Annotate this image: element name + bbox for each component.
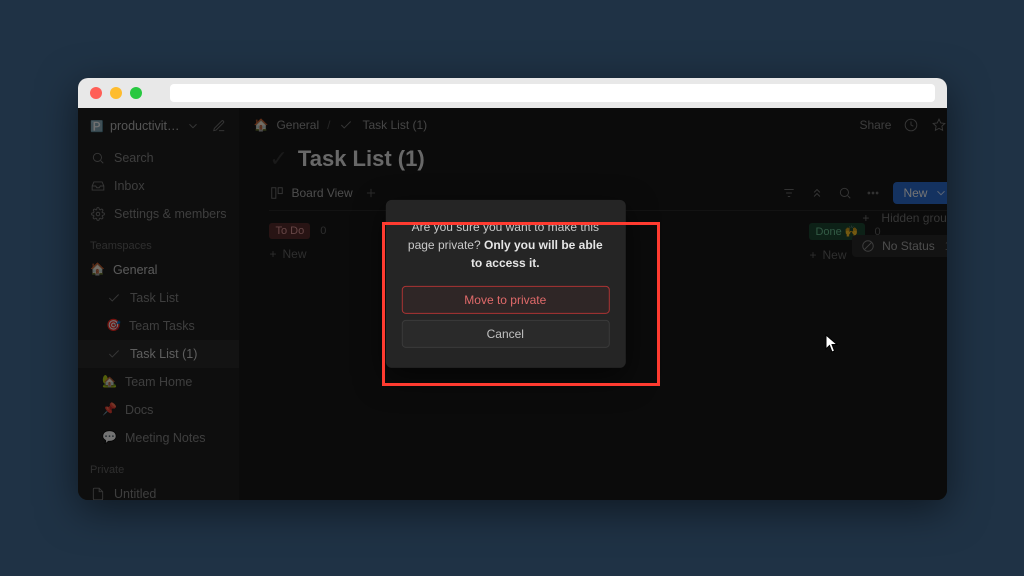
sidebar-label: General xyxy=(113,260,157,280)
compose-icon[interactable] xyxy=(211,118,227,134)
clock-icon[interactable] xyxy=(903,117,919,133)
no-status-count: 1 xyxy=(945,239,947,253)
sidebar-label: Task List (1) xyxy=(130,344,197,364)
window-close-icon[interactable] xyxy=(90,87,102,99)
browser-window: 🅿️ productivit… Search Inbox Settings & … xyxy=(78,78,947,500)
sidebar-settings[interactable]: Settings & members xyxy=(78,200,239,228)
page-icon: ✓ xyxy=(269,146,287,172)
check-icon xyxy=(106,290,122,306)
dialog-message: Are you sure you want to make this page … xyxy=(401,218,609,272)
new-button-label: New xyxy=(903,186,927,200)
speech-icon: 💬 xyxy=(102,428,117,447)
board-icon xyxy=(269,185,285,201)
workspace-icon: 🅿️ xyxy=(90,119,104,133)
page-icon xyxy=(90,486,106,500)
breadcrumb: 🏠 General / Task List (1) xyxy=(253,117,427,133)
sidebar-item-untitled[interactable]: Untitled xyxy=(78,480,239,500)
dialog-line2: Only you will be able to access it. xyxy=(471,238,603,270)
sidebar-label: Team Tasks xyxy=(129,316,195,336)
search-icon xyxy=(90,150,106,166)
sidebar-item-team-tasks[interactable]: 🎯 Team Tasks xyxy=(78,312,239,340)
move-to-private-button[interactable]: Move to private xyxy=(401,286,609,314)
tab-board-view[interactable]: Board View xyxy=(269,185,352,201)
sidebar-item-task-list-1[interactable]: Task List (1) xyxy=(78,340,239,368)
gear-icon xyxy=(90,206,106,222)
no-status-group[interactable]: No Status 1 xyxy=(852,235,947,257)
check-icon xyxy=(106,346,122,362)
add-card-label: New xyxy=(283,247,307,261)
sidebar-item-team-home[interactable]: 🏡 Team Home xyxy=(78,368,239,396)
sidebar-item-task-list[interactable]: Task List xyxy=(78,284,239,312)
sidebar-label: Meeting Notes xyxy=(125,428,206,448)
window-minimize-icon[interactable] xyxy=(110,87,122,99)
status-tag[interactable]: To Do xyxy=(269,223,310,239)
sidebar-section-teamspaces: Teamspaces xyxy=(78,228,239,256)
tab-label: Board View xyxy=(291,186,352,200)
confirm-dialog: Are you sure you want to make this page … xyxy=(385,200,625,368)
page-title-row: ✓ Task List (1) xyxy=(269,146,947,172)
house-icon: 🏡 xyxy=(102,372,117,391)
no-status-icon xyxy=(860,238,876,254)
add-group-icon[interactable]: + xyxy=(862,211,869,225)
plus-icon: + xyxy=(809,248,816,262)
cancel-button[interactable]: Cancel xyxy=(401,320,609,348)
window-zoom-icon[interactable] xyxy=(130,87,142,99)
home-icon: 🏠 xyxy=(253,118,268,132)
star-icon[interactable] xyxy=(931,117,947,133)
hidden-groups: + Hidden groups No Status 1 xyxy=(852,211,947,257)
more-icon[interactable] xyxy=(865,185,881,201)
sidebar-label: Inbox xyxy=(114,176,145,196)
page-title[interactable]: Task List (1) xyxy=(298,146,425,172)
sort-icon[interactable] xyxy=(809,185,825,201)
hidden-groups-label[interactable]: Hidden groups xyxy=(881,211,947,225)
sidebar-label: Team Home xyxy=(125,372,192,392)
new-button[interactable]: New xyxy=(893,182,947,204)
titlebar xyxy=(78,78,947,108)
sidebar-item-meeting-notes[interactable]: 💬 Meeting Notes xyxy=(78,424,239,452)
sidebar-item-general[interactable]: 🏠 General xyxy=(78,256,239,284)
sidebar-label: Untitled xyxy=(114,484,156,500)
no-status-label: No Status xyxy=(882,239,935,253)
home-icon: 🏠 xyxy=(90,260,105,279)
sidebar-label: Search xyxy=(114,148,154,168)
topbar: 🏠 General / Task List (1) Share xyxy=(239,108,947,142)
breadcrumb-page[interactable]: Task List (1) xyxy=(362,118,427,132)
breadcrumb-sep: / xyxy=(327,118,330,132)
app: 🅿️ productivit… Search Inbox Settings & … xyxy=(78,108,947,500)
sidebar-inbox[interactable]: Inbox xyxy=(78,172,239,200)
plus-icon: + xyxy=(269,247,276,261)
filter-icon[interactable] xyxy=(781,185,797,201)
add-view-icon[interactable] xyxy=(363,185,379,201)
sidebar-section-private: Private xyxy=(78,452,239,480)
sidebar-label: Docs xyxy=(125,400,153,420)
sidebar-label: Task List xyxy=(130,288,179,308)
check-icon xyxy=(338,117,354,133)
target-icon: 🎯 xyxy=(106,316,121,335)
workspace-switcher[interactable]: 🅿️ productivit… xyxy=(78,108,239,144)
sidebar-item-docs[interactable]: 📌 Docs xyxy=(78,396,239,424)
share-button[interactable]: Share xyxy=(859,118,891,132)
sidebar-label: Settings & members xyxy=(114,204,227,224)
column-count: 0 xyxy=(320,225,326,237)
sidebar-search[interactable]: Search xyxy=(78,144,239,172)
inbox-icon xyxy=(90,178,106,194)
chevron-down-icon xyxy=(933,185,947,201)
sidebar: 🅿️ productivit… Search Inbox Settings & … xyxy=(78,108,239,500)
search-icon[interactable] xyxy=(837,185,853,201)
url-bar[interactable] xyxy=(170,84,935,102)
breadcrumb-root[interactable]: General xyxy=(276,118,319,132)
cursor-icon xyxy=(825,334,839,354)
chevron-down-icon xyxy=(185,118,201,134)
add-card-label: New xyxy=(823,248,847,262)
pushpin-icon: 📌 xyxy=(102,400,117,419)
workspace-name: productivit… xyxy=(110,119,179,133)
